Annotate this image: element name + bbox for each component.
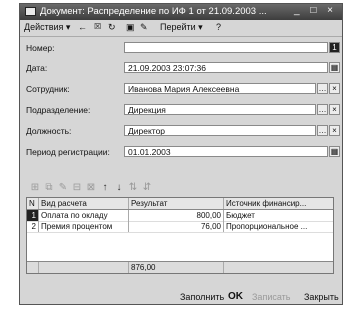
window-title: Документ: Распределение по ИФ 1 от 21.09… — [40, 6, 267, 17]
row-kind: Премия процентом — [39, 221, 129, 232]
number-value: 1 — [329, 42, 340, 53]
sort-asc-icon[interactable]: ⇅ — [126, 182, 140, 193]
edit-row-icon[interactable]: ✎ — [56, 182, 70, 193]
document-window: Документ: Распределение по ИФ 1 от 21.09… — [19, 3, 343, 305]
employee-field[interactable]: Иванова Мария Алексеевна — [124, 83, 316, 94]
add-row-icon[interactable]: ⊞ — [28, 182, 42, 193]
position-label: Должность: — [26, 126, 72, 136]
row-kind: Оплата по окладу — [39, 210, 129, 221]
column-header-kind[interactable]: Вид расчета — [39, 198, 129, 209]
refresh-icon[interactable]: ↻ — [108, 22, 116, 33]
end-edit-icon[interactable]: ⊠ — [84, 182, 98, 193]
document-check-icon[interactable]: ☒ — [94, 22, 101, 31]
department-label: Подразделение: — [26, 105, 91, 115]
calculation-table[interactable]: N Вид расчета Результат Источник финанси… — [26, 197, 334, 274]
title-bar[interactable]: Документ: Распределение по ИФ 1 от 21.09… — [20, 4, 342, 20]
total-value: 876,00 — [129, 262, 224, 273]
fill-button[interactable]: Заполнить — [180, 292, 224, 302]
help-button[interactable]: ? — [216, 22, 221, 32]
number-field[interactable] — [124, 42, 328, 53]
department-select-button[interactable]: … — [317, 104, 328, 115]
department-field[interactable]: Дирекция — [124, 104, 316, 115]
number-label: Номер: — [26, 43, 55, 53]
row-source: Бюджет — [226, 211, 255, 220]
document-icon — [25, 7, 36, 16]
position-select-button[interactable]: … — [317, 125, 328, 136]
record-button[interactable]: Записать — [252, 292, 290, 302]
row-result: 76,00 — [129, 221, 224, 232]
ok-button[interactable]: OK — [228, 291, 243, 302]
table-row[interactable]: 2 Премия процентом 76,00 Пропорционально… — [27, 221, 333, 233]
table-footer: 876,00 — [27, 261, 333, 273]
period-field[interactable]: 01.01.2003 — [124, 146, 328, 157]
move-up-icon[interactable]: ↑ — [98, 182, 112, 193]
employee-clear-icon[interactable]: × — [329, 83, 340, 94]
goto-menu[interactable]: Перейти ▾ — [160, 22, 203, 33]
toolbar: Действия ▾ ← ☒ ↻ ▣ ✎ Перейти ▾ ? — [20, 20, 342, 37]
sort-desc-icon[interactable]: ⇵ — [140, 182, 154, 193]
calendar-icon[interactable]: ▦ — [329, 62, 340, 73]
table-header: N Вид расчета Результат Источник финанси… — [27, 198, 333, 210]
window-controls[interactable]: _ □ × — [294, 5, 337, 16]
close-button[interactable]: Закрыть — [304, 292, 339, 302]
period-label: Период регистрации: — [26, 147, 110, 157]
row-result: 800,00 — [129, 210, 224, 221]
print-icon[interactable]: ▣ — [126, 22, 135, 33]
period-calendar-icon[interactable]: ▦ — [329, 146, 340, 157]
table-toolbar: ⊞ ⧉ ✎ ⊟ ⊠ ↑ ↓ ⇅ ⇵ — [28, 182, 154, 196]
employee-select-button[interactable]: … — [317, 83, 328, 94]
position-field[interactable]: Директор — [124, 125, 316, 136]
edit-icon[interactable]: ✎ — [140, 22, 148, 33]
row-number: 2 — [27, 221, 39, 232]
employee-label: Сотрудник: — [26, 84, 70, 94]
actions-menu[interactable]: Действия ▾ — [24, 22, 70, 33]
column-header-n[interactable]: N — [27, 198, 39, 209]
row-source: Пропорциональное ... — [226, 222, 308, 231]
department-clear-icon[interactable]: × — [329, 104, 340, 115]
column-header-source[interactable]: Источник финансир... — [224, 198, 334, 209]
position-clear-icon[interactable]: × — [329, 125, 340, 136]
copy-row-icon[interactable]: ⧉ — [42, 182, 56, 193]
date-label: Дата: — [26, 63, 48, 73]
delete-row-icon[interactable]: ⊟ — [70, 182, 84, 193]
row-number: 1 — [27, 210, 39, 221]
move-down-icon[interactable]: ↓ — [112, 182, 126, 193]
date-field[interactable]: 21.09.2003 23:07:36 — [124, 62, 328, 73]
back-arrow-icon[interactable]: ← — [78, 22, 87, 32]
column-header-result[interactable]: Результат — [129, 198, 224, 209]
